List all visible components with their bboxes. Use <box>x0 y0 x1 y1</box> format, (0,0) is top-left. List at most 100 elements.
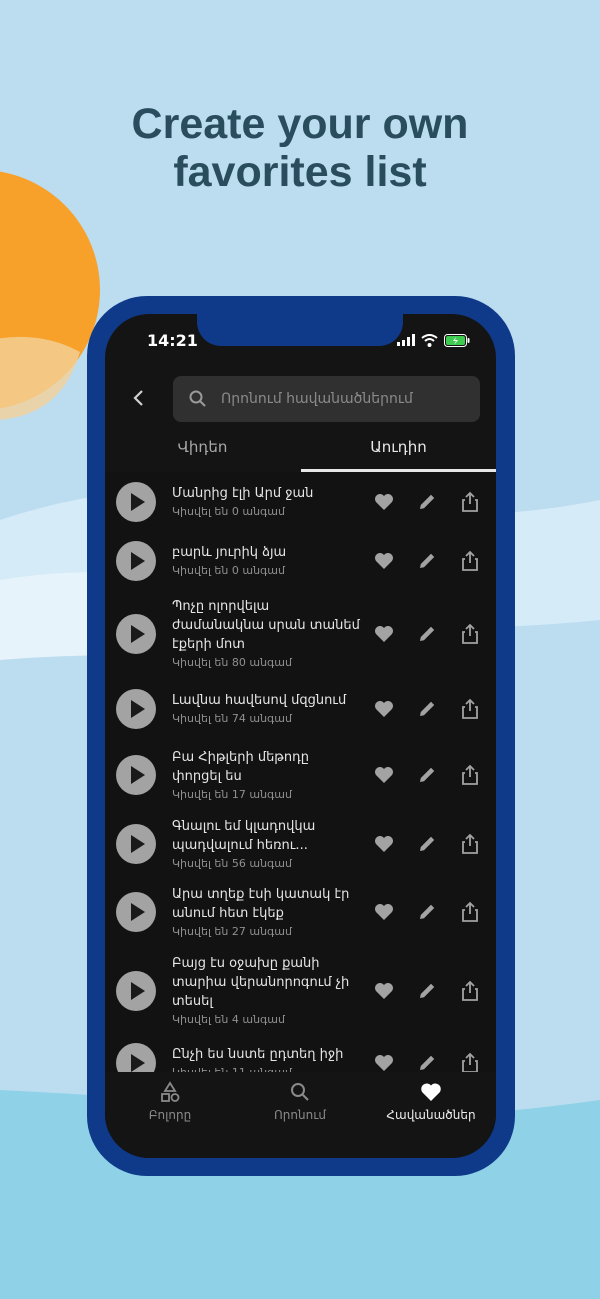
nav-search-label: Որոնում <box>273 1108 327 1122</box>
shapes-icon <box>161 1081 180 1102</box>
headline-line-1: Create your own <box>131 100 469 148</box>
share-icon[interactable] <box>459 980 481 1002</box>
edit-icon[interactable] <box>416 698 438 720</box>
item-play-count: Կիսվել են 4 անգամ <box>172 1012 285 1026</box>
edit-icon[interactable] <box>416 550 438 572</box>
item-play-count: Կիսվել են 74 անգամ <box>172 712 292 725</box>
play-icon <box>131 766 145 784</box>
back-arrow-icon[interactable] <box>129 388 149 408</box>
share-icon[interactable] <box>459 901 481 923</box>
item-play-count: Կիսվել են 0 անգամ <box>172 505 285 518</box>
play-icon <box>131 903 145 921</box>
bottom-navigation: Բոլորը Որոնում Հավանածներ <box>105 1072 496 1158</box>
play-icon <box>131 981 145 1000</box>
list-item[interactable]: Բա Հիթլերի մեթոդը փորցել ես Կիսվել են 17 … <box>105 740 496 810</box>
play-icon <box>131 493 145 511</box>
heart-icon[interactable] <box>373 550 395 572</box>
item-play-count: Կիսվել են 27 անգամ <box>172 924 292 938</box>
play-icon <box>131 835 145 853</box>
item-title: Գնալու եմ կլադովկա պադվալում հեռու... <box>172 818 316 853</box>
search-placeholder: Որոնում հավանածներում <box>221 391 413 407</box>
play-button[interactable] <box>116 892 156 932</box>
list-item[interactable]: Մանրից էլի Արմ ջան Կիսվել են 0 անգամ <box>105 472 496 532</box>
item-play-count: Կիսվել են 11 անգամ <box>172 1065 292 1073</box>
play-button[interactable] <box>116 614 156 654</box>
list-item[interactable]: Ընչի ես նստե ըդտեղ իջի Կիսվել են 11 անգամ <box>105 1035 496 1072</box>
battery-icon <box>444 333 470 347</box>
item-title: Արա տղեք էսի կատակ էր անում հետ էկեք <box>172 886 350 921</box>
item-play-count: Կիսվել են 80 անգամ <box>172 656 292 669</box>
list-item[interactable]: Բայց էս օջախը քանի տարիա վերանորոգում չի… <box>105 946 496 1035</box>
nav-all[interactable]: Բոլորը <box>105 1080 235 1122</box>
heart-icon[interactable] <box>373 980 395 1002</box>
play-button[interactable] <box>116 755 156 795</box>
signal-icon <box>397 334 415 346</box>
share-icon[interactable] <box>459 623 481 645</box>
status-icons <box>397 332 470 348</box>
play-icon <box>131 1053 145 1072</box>
play-button[interactable] <box>116 1042 156 1072</box>
search-icon <box>189 390 206 407</box>
item-title: Բա Հիթլերի մեթոդը փորցել ես <box>172 749 310 784</box>
play-button[interactable] <box>116 689 156 729</box>
status-time: 14:21 <box>147 331 198 350</box>
edit-icon[interactable] <box>416 980 438 1002</box>
search-field[interactable]: Որոնում հավանածներում <box>173 376 480 422</box>
heart-icon <box>421 1083 441 1101</box>
share-icon[interactable] <box>459 491 481 513</box>
tab-video[interactable]: Վիդեո <box>105 424 300 470</box>
edit-icon[interactable] <box>416 623 438 645</box>
headline-line-2: favorites list <box>173 148 427 196</box>
heart-icon[interactable] <box>373 698 395 720</box>
nav-all-label: Բոլորը <box>148 1108 192 1122</box>
edit-icon[interactable] <box>416 1052 438 1073</box>
edit-icon[interactable] <box>416 764 438 786</box>
edit-icon[interactable] <box>416 491 438 513</box>
play-button[interactable] <box>116 541 156 581</box>
item-title: Բայց էս օջախը քանի տարիա վերանորոգում չի… <box>172 955 350 1009</box>
edit-icon[interactable] <box>416 833 438 855</box>
phone-screen: 14:21 Որոնում հավանածներում Վիդեո Աուդիո <box>105 314 496 1158</box>
list-item[interactable]: Պոչը ոլորվելա ժամանակնա սրան տանեմ էքերի… <box>105 590 496 678</box>
notch <box>197 314 403 346</box>
item-title: բարև յուրիկ ձյա <box>172 545 287 560</box>
headline: Create your own favorites list <box>0 100 600 196</box>
heart-icon[interactable] <box>373 491 395 513</box>
play-icon <box>131 700 145 718</box>
item-title: Լավնա հավեսով մզցնում <box>172 693 347 708</box>
item-play-count: Կիսվել են 56 անգամ <box>172 856 292 870</box>
nav-favorites-label: Հավանածներ <box>386 1108 476 1122</box>
media-tabs: Վիդեո Աուդիո <box>105 424 496 472</box>
heart-icon[interactable] <box>373 1052 395 1073</box>
heart-icon[interactable] <box>373 623 395 645</box>
item-title: Մանրից էլի Արմ ջան <box>172 486 314 501</box>
share-icon[interactable] <box>459 698 481 720</box>
heart-icon[interactable] <box>373 764 395 786</box>
play-button[interactable] <box>116 970 156 1011</box>
edit-icon[interactable] <box>416 901 438 923</box>
nav-search[interactable]: Որոնում <box>235 1080 365 1122</box>
tab-audio[interactable]: Աուդիո <box>301 424 496 470</box>
heart-icon[interactable] <box>373 901 395 923</box>
list-item[interactable]: բարև յուրիկ ձյա Կիսվել են 0 անգամ <box>105 532 496 590</box>
wifi-icon <box>421 333 438 347</box>
play-icon <box>131 625 145 643</box>
share-icon[interactable] <box>459 764 481 786</box>
list-item[interactable]: Լավնա հավեսով մզցնում Կիսվել են 74 անգամ <box>105 678 496 740</box>
heart-icon[interactable] <box>373 833 395 855</box>
play-icon <box>131 552 145 570</box>
share-icon[interactable] <box>459 550 481 572</box>
item-title: Պոչը ոլորվելա ժամանակնա սրան տանեմ էքերի… <box>172 599 360 652</box>
list-item[interactable]: Արա տղեք էսի կատակ էր անում հետ էկեք Կիսվ… <box>105 878 496 946</box>
play-button[interactable] <box>116 482 156 522</box>
item-play-count: Կիսվել են 0 անգամ <box>172 564 285 577</box>
item-play-count: Կիսվել են 17 անգամ <box>172 787 292 801</box>
share-icon[interactable] <box>459 833 481 855</box>
search-icon <box>291 1083 309 1101</box>
list-item[interactable]: Գնալու եմ կլադովկա պադվալում հեռու... Կիս… <box>105 810 496 878</box>
share-icon[interactable] <box>459 1052 481 1073</box>
item-title: Ընչի ես նստե ըդտեղ իջի <box>172 1046 344 1062</box>
play-button[interactable] <box>116 824 156 864</box>
favorites-list: Մանրից էլի Արմ ջան Կիսվել են 0 անգամ բարև … <box>105 472 496 1072</box>
nav-favorites[interactable]: Հավանածներ <box>366 1080 496 1122</box>
